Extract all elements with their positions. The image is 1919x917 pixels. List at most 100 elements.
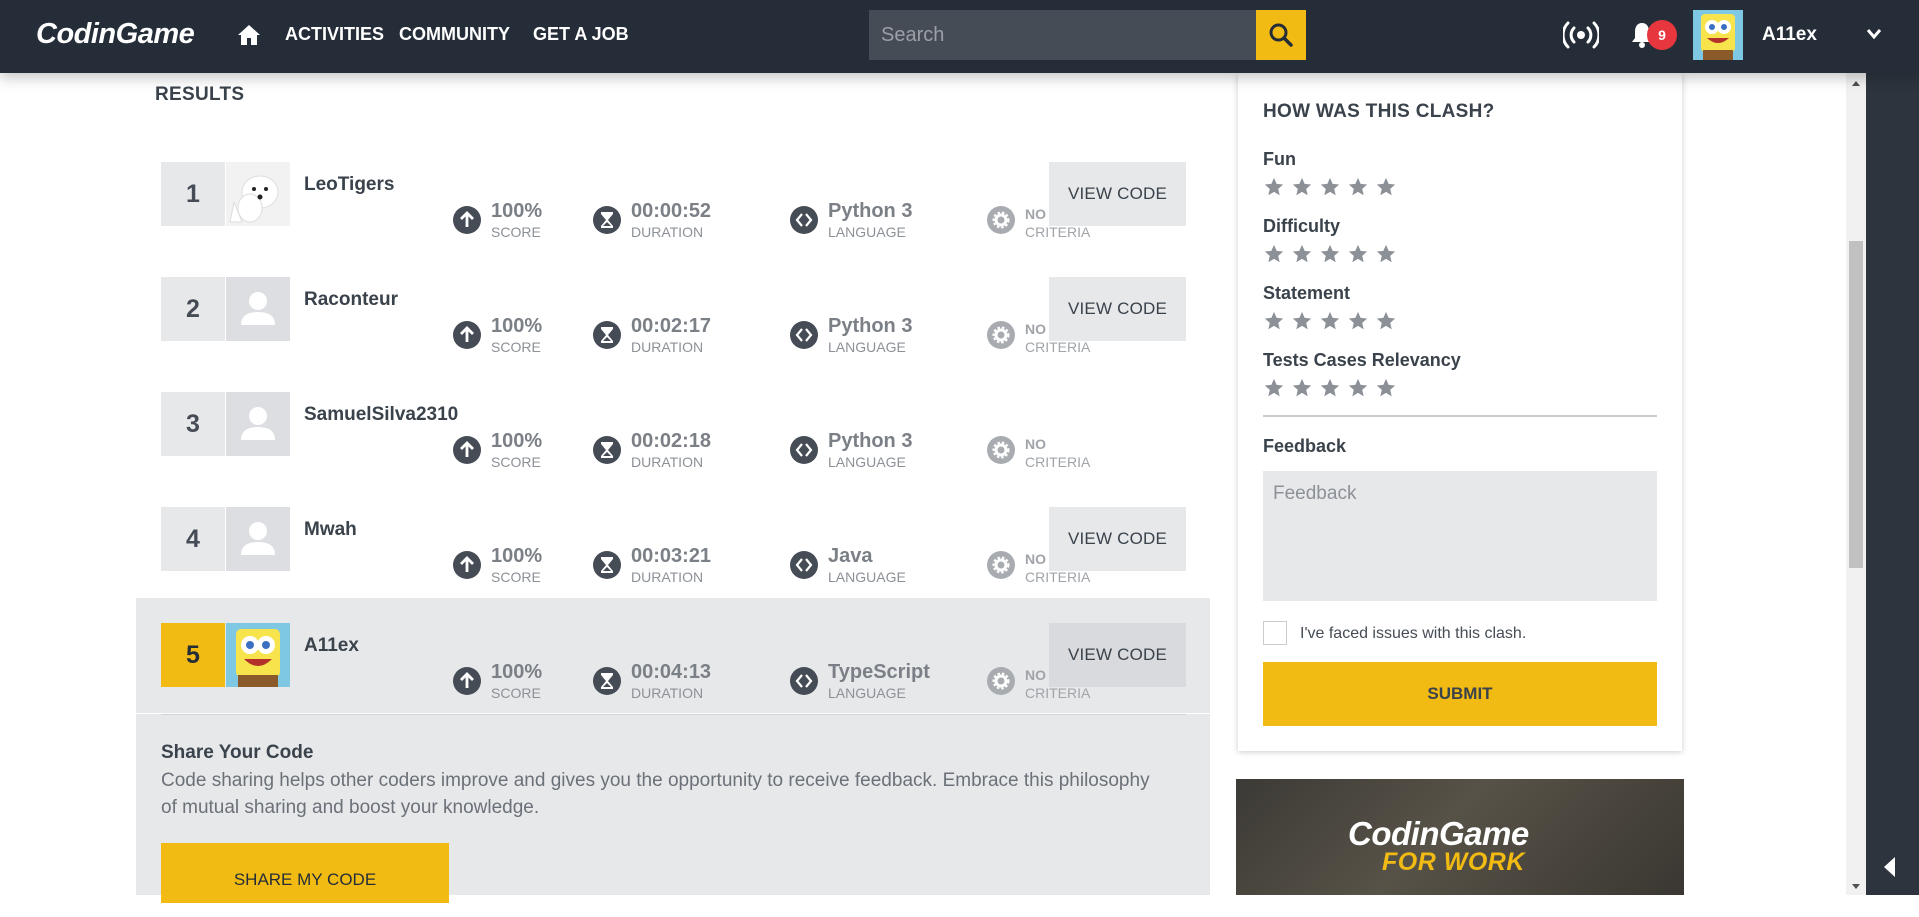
star-icon[interactable] xyxy=(1347,310,1369,332)
star-icon[interactable] xyxy=(1347,377,1369,399)
duration-value: 00:04:13 xyxy=(631,661,712,683)
star-icon[interactable] xyxy=(1375,377,1397,399)
player-name[interactable]: Mwah xyxy=(304,519,357,541)
submit-button[interactable]: SUBMIT xyxy=(1263,662,1657,726)
home-icon[interactable] xyxy=(236,22,262,48)
rank-number: 5 xyxy=(161,623,225,687)
language-value: Python 3 xyxy=(828,430,913,452)
view-code-button[interactable]: VIEW CODE xyxy=(1049,507,1186,571)
star-icon[interactable] xyxy=(1291,243,1313,265)
star-icon[interactable] xyxy=(1375,243,1397,265)
search-button[interactable] xyxy=(1256,10,1306,60)
share-my-code-button[interactable]: SHARE MY CODE xyxy=(161,843,449,903)
star-icon[interactable] xyxy=(1263,377,1285,399)
star-icon[interactable] xyxy=(1319,176,1341,198)
feedback-title: HOW WAS THIS CLASH? xyxy=(1263,101,1495,122)
star-rating[interactable] xyxy=(1263,176,1403,198)
rank-number: 4 xyxy=(161,507,225,571)
player-avatar[interactable] xyxy=(226,623,290,687)
language-label: LANGUAGE xyxy=(828,224,906,240)
score-icon xyxy=(453,551,481,579)
star-icon[interactable] xyxy=(1263,176,1285,198)
star-icon[interactable] xyxy=(1263,310,1285,332)
player-avatar[interactable] xyxy=(226,507,290,571)
search-input[interactable]: Search xyxy=(869,10,1256,60)
username[interactable]: A11ex xyxy=(1762,24,1817,46)
table-row: 4 Mwah 100% SCORE 00:03:21 DURATION Java LANGUA… xyxy=(136,489,1210,604)
criteria-value: NO xyxy=(1025,436,1046,452)
player-avatar[interactable] xyxy=(226,277,290,341)
table-row: 3 SamuelSilva2310 100% SCORE 00:02:18 DURATIO… xyxy=(136,374,1210,489)
player-name[interactable]: LeoTigers xyxy=(304,174,394,196)
criteria-icon xyxy=(987,667,1015,695)
star-icon[interactable] xyxy=(1291,176,1313,198)
scroll-down-arrow-icon[interactable] xyxy=(1852,884,1860,889)
codingame-logo[interactable]: CodinGame xyxy=(36,18,195,51)
issues-checkbox[interactable] xyxy=(1263,621,1287,645)
scrollbar-thumb[interactable] xyxy=(1849,241,1863,568)
criteria-value: NO xyxy=(1025,206,1046,222)
score-value: 100% xyxy=(491,661,543,683)
criteria-icon xyxy=(987,436,1015,464)
view-code-button[interactable]: VIEW CODE xyxy=(1049,162,1186,226)
issues-checkbox-label[interactable]: I've faced issues with this clash. xyxy=(1300,625,1526,643)
player-avatar[interactable] xyxy=(226,392,290,456)
player-name[interactable]: Raconteur xyxy=(304,289,398,311)
scrollbar[interactable] xyxy=(1846,73,1866,895)
feedback-textarea[interactable]: Feedback xyxy=(1263,471,1657,601)
duration-icon xyxy=(593,206,621,234)
star-icon[interactable] xyxy=(1291,377,1313,399)
player-name[interactable]: SamuelSilva2310 xyxy=(304,404,458,426)
table-row: 5 A11ex 100% SCORE 00:04:13 DURATION TypeScrip… xyxy=(136,598,1210,713)
star-rating[interactable] xyxy=(1263,310,1403,332)
criteria-label: CRITERIA xyxy=(1025,685,1091,701)
player-name[interactable]: A11ex xyxy=(304,635,359,657)
share-title: Share Your Code xyxy=(161,742,314,763)
nav-community[interactable]: COMMUNITY xyxy=(399,24,510,45)
chevron-down-icon[interactable] xyxy=(1866,28,1882,40)
codingame-for-work-banner[interactable]: CodinGame FOR WORK xyxy=(1236,779,1684,895)
duration-value: 00:00:52 xyxy=(631,200,712,222)
score-icon xyxy=(453,667,481,695)
divider xyxy=(161,714,1186,715)
criteria-icon xyxy=(987,321,1015,349)
language-icon xyxy=(790,321,818,349)
table-row: 1 LeoTigers 100% SCORE 00:00:52 DURATION Pytho… xyxy=(136,144,1210,259)
view-code-button[interactable]: VIEW CODE xyxy=(1049,623,1186,687)
live-broadcast-icon[interactable] xyxy=(1563,21,1599,49)
user-avatar[interactable] xyxy=(1693,10,1743,60)
star-rating[interactable] xyxy=(1263,243,1403,265)
player-avatar[interactable] xyxy=(226,162,290,226)
duration-label: DURATION xyxy=(631,224,704,240)
nav-activities[interactable]: ACTIVITIES xyxy=(285,24,384,45)
score-value: 100% xyxy=(491,545,543,567)
star-icon[interactable] xyxy=(1291,310,1313,332)
side-panel-strip xyxy=(1866,73,1919,895)
duration-icon xyxy=(593,667,621,695)
language-value: Python 3 xyxy=(828,200,913,222)
star-icon[interactable] xyxy=(1375,176,1397,198)
criteria-icon xyxy=(987,206,1015,234)
duration-icon xyxy=(593,551,621,579)
star-icon[interactable] xyxy=(1319,310,1341,332)
duration-value: 00:02:17 xyxy=(631,315,712,337)
star-icon[interactable] xyxy=(1347,176,1369,198)
star-icon[interactable] xyxy=(1347,243,1369,265)
duration-icon xyxy=(593,436,621,464)
scroll-up-arrow-icon[interactable] xyxy=(1852,81,1860,86)
nav-get-a-job[interactable]: GET A JOB xyxy=(533,24,629,45)
star-icon[interactable] xyxy=(1319,243,1341,265)
language-label: LANGUAGE xyxy=(828,685,906,701)
criteria-icon xyxy=(987,551,1015,579)
view-code-button[interactable]: VIEW CODE xyxy=(1049,277,1186,341)
star-rating[interactable] xyxy=(1263,377,1403,399)
star-icon[interactable] xyxy=(1375,310,1397,332)
star-icon[interactable] xyxy=(1319,377,1341,399)
star-icon[interactable] xyxy=(1263,243,1285,265)
language-icon xyxy=(790,436,818,464)
criteria-label: CRITERIA xyxy=(1025,339,1091,355)
score-value: 100% xyxy=(491,430,543,452)
promo-subtitle: FOR WORK xyxy=(1382,848,1525,876)
collapse-arrow-icon[interactable] xyxy=(1884,857,1895,877)
notification-badge[interactable]: 9 xyxy=(1647,20,1677,50)
